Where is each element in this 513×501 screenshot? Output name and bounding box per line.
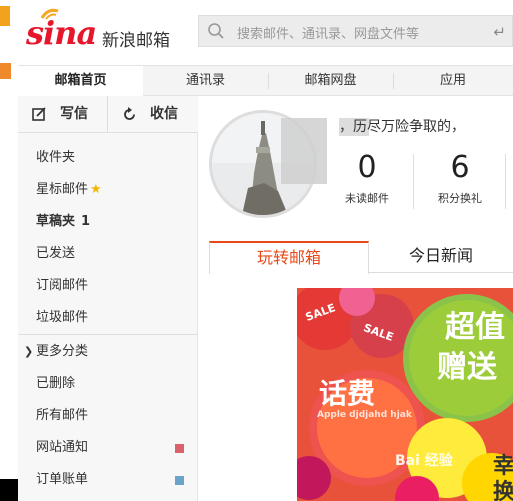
sidebar-actions: 写信 收信 <box>18 96 198 133</box>
sidebar-item-inbox[interactable]: 收件夹 <box>18 142 198 174</box>
tab-cloud-disk[interactable]: 邮箱网盘 <box>268 66 393 96</box>
promo-headline: 换 <box>493 480 513 501</box>
stat-divider <box>505 154 506 209</box>
sidebar-item-deleted[interactable]: 已删除 <box>18 368 198 400</box>
promo-headline: 赠送 <box>437 350 497 385</box>
compose-button[interactable]: 写信 <box>30 96 107 132</box>
compose-label: 写信 <box>60 106 88 122</box>
refresh-icon <box>124 107 135 120</box>
sidebar-item-label: 已发送 <box>36 246 76 261</box>
draft-count: 1 <box>81 214 91 229</box>
sidebar: 写信 收信 收件夹 星标邮件 ★ 草稿夹 1 已发送 订阅邮件 垃圾邮件 ❯ 更… <box>18 96 198 501</box>
receive-button[interactable]: 收信 <box>120 96 198 132</box>
sidebar-item-spam[interactable]: 垃圾邮件 <box>18 302 198 334</box>
chevron-right-icon: ❯ <box>24 345 34 358</box>
left-edge-strip <box>0 0 35 501</box>
edge-badge <box>0 6 10 26</box>
greeting-text: ，历尽万险争取的， <box>339 119 465 135</box>
sidebar-item-label: 收件夹 <box>36 150 76 165</box>
sidebar-item-label: 订阅邮件 <box>36 278 89 293</box>
sidebar-item-label: 网站通知 <box>36 440 89 455</box>
compose-icon <box>32 107 46 121</box>
receive-label: 收信 <box>150 106 178 122</box>
tab-contacts[interactable]: 通讯录 <box>143 66 268 96</box>
watermark: Bai 经验 <box>395 453 453 469</box>
promo-small-text: Apple djdjahd hjak <box>317 410 412 420</box>
unread-stat[interactable]: 0 未读邮件 <box>327 150 407 206</box>
sidebar-item-orders-bills[interactable]: 订单账单 <box>18 464 198 496</box>
top-tabs: 邮箱首页 通讯录 邮箱网盘 应用 <box>18 65 513 96</box>
brand-name: 新浪邮箱 <box>102 31 170 51</box>
sidebar-divider <box>18 334 198 335</box>
sidebar-item-all-mail[interactable]: 所有邮件 <box>18 400 198 432</box>
enter-icon[interactable]: ↵ <box>493 23 506 41</box>
sidebar-item-label: 所有邮件 <box>36 408 89 423</box>
tag-color-dot <box>175 444 184 453</box>
search-input[interactable]: 搜索邮件、通讯录、网盘文件等 <box>237 23 419 42</box>
pixelated-region <box>281 118 327 184</box>
points-stat[interactable]: 6 积分换礼 <box>420 150 500 206</box>
promo-headline: 话费 <box>319 377 376 410</box>
sidebar-item-label: 已删除 <box>36 376 76 391</box>
star-icon: ★ <box>90 182 102 197</box>
unread-label: 未读邮件 <box>345 192 389 205</box>
tab-mail-tips[interactable]: 玩转邮箱 <box>209 241 369 274</box>
tab-today-news[interactable]: 今日新闻 <box>369 241 513 273</box>
main-panel: ，历尽万险争取的， 0 未读邮件 6 积分换礼 玩转邮箱 今日新闻 SALE S… <box>199 96 513 501</box>
tag-color-dot <box>175 476 184 485</box>
content-tabs: 玩转邮箱 今日新闻 <box>209 241 513 274</box>
sidebar-item-drafts[interactable]: 草稿夹 1 <box>18 206 198 238</box>
sina-logo[interactable]: sina 新浪邮箱 <box>26 6 176 54</box>
points-count: 6 <box>450 150 470 185</box>
promo-headline: 超值 <box>445 310 505 345</box>
unread-count: 0 <box>357 150 377 185</box>
tab-apps[interactable]: 应用 <box>393 66 513 96</box>
edge-tag <box>0 63 11 79</box>
sidebar-item-label: 订单账单 <box>36 472 89 487</box>
logo-wordmark: sina <box>26 14 97 52</box>
search-box[interactable]: 搜索邮件、通讯录、网盘文件等 ↵ <box>198 15 513 47</box>
sidebar-item-subscriptions[interactable]: 订阅邮件 <box>18 270 198 302</box>
sidebar-item-label: 星标邮件 <box>36 182 89 197</box>
sidebar-item-more-categories[interactable]: ❯ 更多分类 <box>18 336 198 368</box>
sidebar-item-label: 更多分类 <box>36 344 89 359</box>
points-label: 积分换礼 <box>438 192 482 205</box>
stat-divider <box>413 154 414 209</box>
sidebar-item-starred[interactable]: 星标邮件 ★ <box>18 174 198 206</box>
sidebar-item-label: 草稿夹 <box>36 214 76 229</box>
sidebar-item-site-notices[interactable]: 网站通知 <box>18 432 198 464</box>
search-icon <box>208 23 224 39</box>
promo-banner[interactable]: SALE SALE 超值 赠送 话费 Apple djdjahd hjak 幸 … <box>297 288 513 501</box>
header: sina 新浪邮箱 搜索邮件、通讯录、网盘文件等 ↵ <box>18 0 513 65</box>
tab-mail-home[interactable]: 邮箱首页 <box>18 66 143 96</box>
sidebar-item-sent[interactable]: 已发送 <box>18 238 198 270</box>
action-divider <box>107 96 108 132</box>
sidebar-item-label: 垃圾邮件 <box>36 310 89 325</box>
